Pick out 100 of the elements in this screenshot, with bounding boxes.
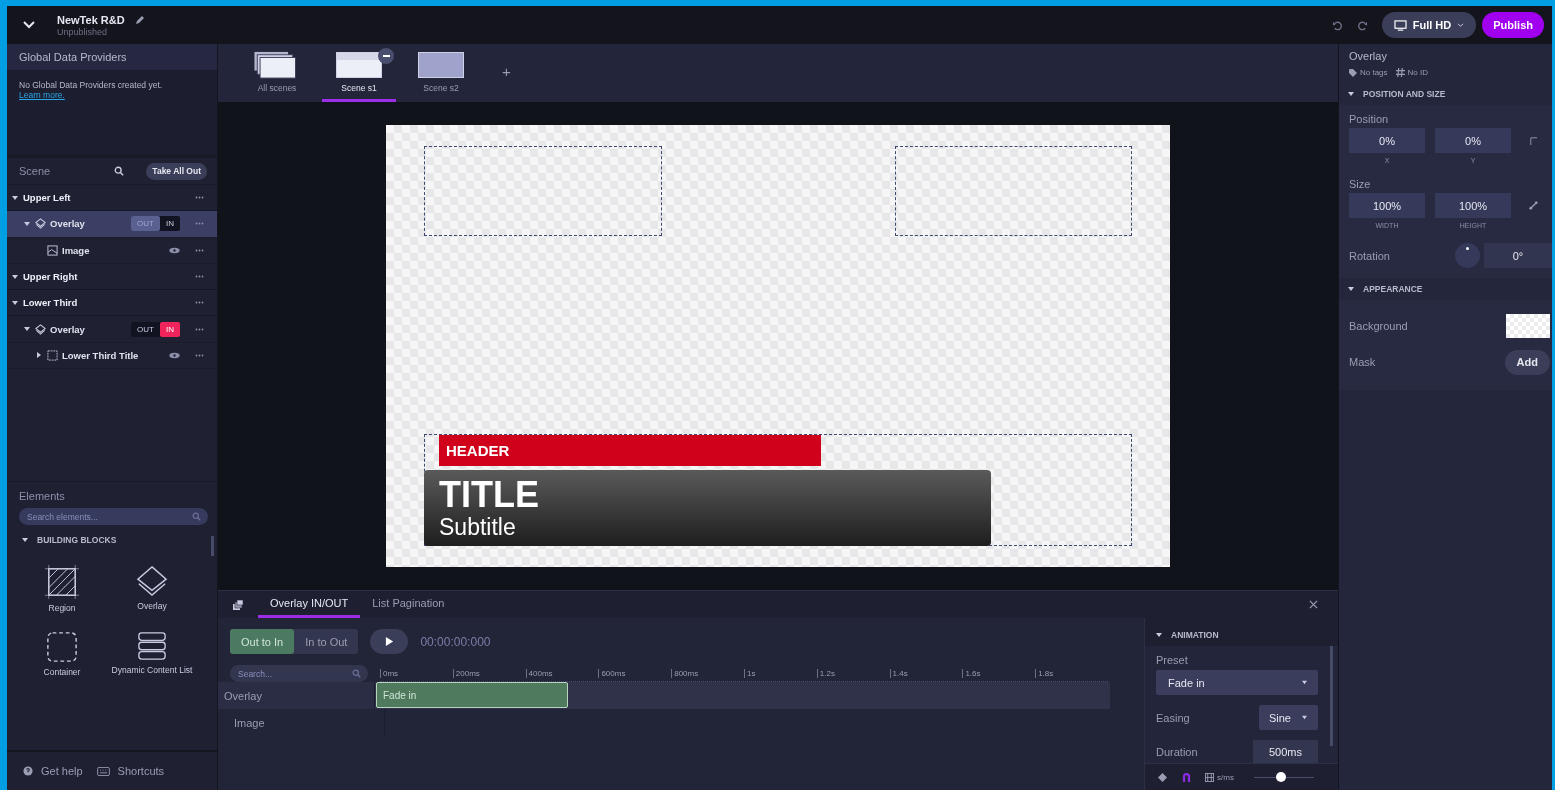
element-tile[interactable]: Overlay [109, 565, 195, 614]
caret-icon[interactable] [11, 193, 19, 202]
caret-icon[interactable] [21, 536, 29, 544]
time-ruler-label: 200ms [452, 669, 526, 678]
scene-tree-row[interactable]: Lower Third Title [7, 342, 217, 370]
caret-icon[interactable] [1347, 90, 1355, 98]
layer-name: Image [62, 244, 90, 256]
caret-icon[interactable] [23, 219, 31, 228]
inspector-title: Overlay [1348, 50, 1388, 62]
rotation-field[interactable]: 0° [1484, 243, 1552, 268]
search-icon[interactable] [114, 166, 125, 176]
pencil-icon[interactable] [134, 14, 145, 25]
time-unit-toggle[interactable]: s/ms [1205, 772, 1234, 782]
dashed-square-icon [46, 631, 78, 664]
caret-icon[interactable] [11, 298, 19, 307]
background-swatch[interactable] [1506, 314, 1550, 338]
state-toggle-button[interactable]: IN [160, 321, 180, 337]
caret-icon [1301, 715, 1308, 720]
time-ruler-label: 1.6s [962, 669, 1036, 678]
direction-toggle[interactable]: Out to In [230, 629, 295, 654]
element-tile[interactable]: Region [19, 565, 105, 614]
tags-button[interactable]: No tags [1349, 68, 1388, 77]
search-field[interactable]: Search elements... [19, 508, 208, 525]
easing-dropdown[interactable]: Sine [1258, 705, 1318, 730]
link-icon[interactable] [1529, 201, 1538, 210]
more-icon[interactable] [194, 301, 205, 305]
lower-third-header: HEADER [439, 434, 821, 466]
state-toggle-button[interactable]: IN [160, 216, 180, 232]
add-scene-button[interactable]: + [496, 61, 517, 81]
field-label: Rotation [1349, 249, 1391, 262]
play-button[interactable] [370, 629, 409, 654]
film-icon [1205, 772, 1214, 782]
caret-icon[interactable] [35, 351, 43, 360]
time-ruler-label: 800ms [671, 669, 744, 678]
category-header[interactable]: BUILDING BLOCKS [37, 535, 117, 545]
element-tile[interactable]: Container [19, 631, 105, 678]
section-header[interactable]: APPEARANCE [1363, 284, 1423, 294]
id-button[interactable]: No ID [1395, 68, 1429, 77]
add-mask-button[interactable]: Add [1504, 349, 1550, 375]
redo-icon[interactable] [1356, 19, 1368, 31]
search-field[interactable]: Search... [230, 665, 368, 682]
more-icon[interactable] [194, 275, 205, 279]
publish-button[interactable]: Publish [1482, 12, 1544, 38]
slider-thumb[interactable] [1275, 771, 1286, 782]
shortcuts-button[interactable]: Shortcuts [96, 765, 165, 777]
eye-icon[interactable] [169, 351, 180, 359]
more-icon[interactable] [194, 327, 205, 331]
learn-more-link[interactable]: Learn more. [19, 90, 65, 100]
undo-icon[interactable] [1331, 19, 1343, 31]
diamond-icon[interactable] [1157, 772, 1168, 782]
duration-field[interactable]: 500ms [1252, 740, 1318, 763]
scene-tree-row[interactable]: Image [7, 237, 217, 264]
chevron-down-icon [1457, 22, 1465, 28]
caret-icon[interactable] [11, 272, 19, 281]
layer-name: Overlay [50, 323, 85, 335]
scene-tab[interactable]: Scene s2 [404, 48, 478, 102]
section-header[interactable]: POSITION AND SIZE [1363, 89, 1446, 99]
time-ruler-label: 1s [744, 669, 817, 678]
y-field[interactable]: 0% [1435, 128, 1511, 153]
height-field[interactable]: 100% [1435, 193, 1511, 218]
scene-tree-row[interactable]: Overlay OUT IN [7, 316, 217, 343]
layers-icon [35, 323, 46, 335]
more-icon[interactable] [194, 196, 205, 200]
time-ruler-label: 600ms [598, 669, 672, 678]
caret-icon[interactable] [1347, 285, 1355, 293]
element-tile[interactable]: Dynamic Content List [109, 631, 195, 678]
caret-icon[interactable] [1155, 631, 1163, 639]
timeline-tab[interactable]: List Pagination [360, 591, 457, 618]
scene-tree-row[interactable]: Lower Third [7, 290, 217, 317]
timecode: 00:00:00:000 [420, 634, 491, 649]
scene-tree-row[interactable]: Upper Right [7, 263, 217, 291]
layer-name: Upper Left [23, 192, 71, 204]
width-field[interactable]: 100% [1349, 193, 1425, 218]
remove-badge[interactable] [378, 48, 394, 64]
animation-clip[interactable]: Fade in [376, 682, 568, 708]
x-field[interactable]: 0% [1349, 128, 1425, 153]
timeline-tab[interactable]: Overlay IN/OUT [258, 591, 361, 618]
timeline-track[interactable]: Image [218, 709, 1110, 736]
close-icon[interactable] [1309, 600, 1318, 609]
stack-icon[interactable] [232, 598, 244, 611]
time-ruler-label: 1.8s [1035, 669, 1108, 678]
resolution-dropdown[interactable]: Full HD [1381, 12, 1477, 38]
section-header[interactable]: ANIMATION [1171, 630, 1219, 640]
preset-dropdown[interactable]: Fade in [1156, 670, 1318, 695]
state-toggle-button[interactable]: OUT [131, 321, 160, 337]
square-icon [47, 349, 58, 361]
take-all-out-button[interactable]: Take All Out [146, 162, 207, 180]
get-help-button[interactable]: Get help [23, 765, 83, 777]
direction-toggle[interactable]: In to Out [294, 629, 359, 654]
project-title: NewTek R&D [57, 13, 125, 26]
scene-tree-row[interactable]: Overlay OUT IN [7, 211, 217, 238]
layers-icon [35, 218, 46, 230]
more-icon[interactable] [194, 248, 205, 252]
magnet-icon[interactable] [1182, 771, 1191, 783]
tag-icon [1349, 68, 1357, 77]
scene-tab[interactable]: All scenes [240, 48, 314, 102]
monitor-icon [1393, 19, 1407, 31]
eye-icon[interactable] [169, 246, 180, 254]
chevron-down-icon[interactable] [23, 21, 35, 29]
more-icon[interactable] [194, 353, 205, 357]
